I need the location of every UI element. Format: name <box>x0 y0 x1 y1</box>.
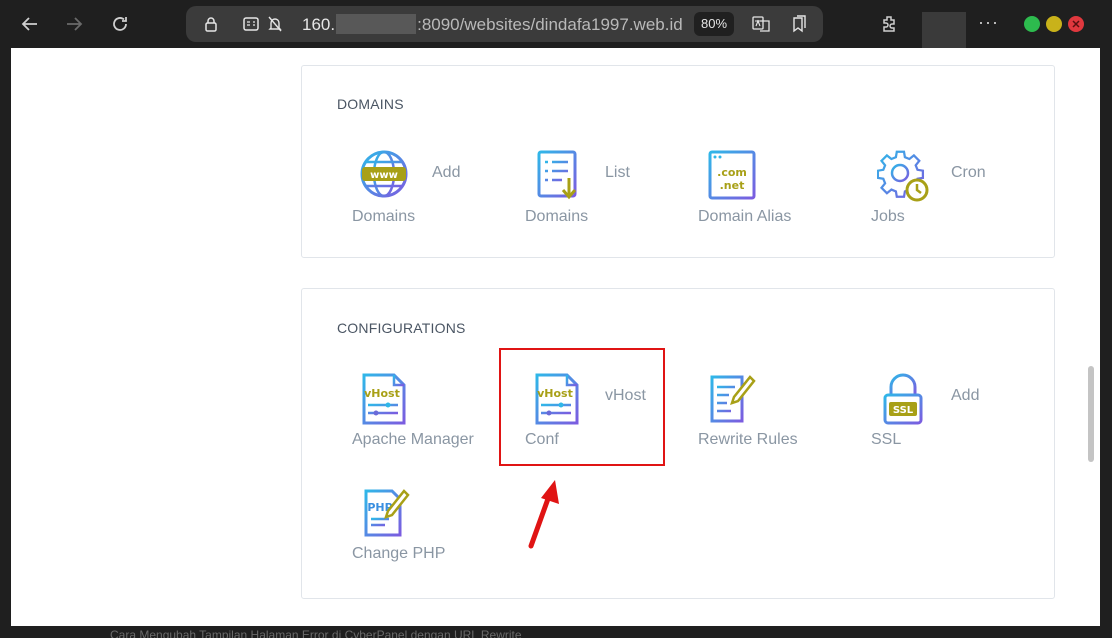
rewrite-rules-tile[interactable]: Rewrite Rules <box>698 373 868 463</box>
configurations-section-title: CONFIGURATIONS <box>337 320 466 336</box>
redacted-ip <box>336 14 417 34</box>
configurations-card: CONFIGURATIONS vHost Apache Manager vHos… <box>301 288 1055 599</box>
profile-button[interactable] <box>922 12 966 48</box>
lock-icon[interactable] <box>202 15 220 33</box>
tile-side-label: List <box>605 164 630 181</box>
tile-bottom-label: Apache Manager <box>352 431 474 448</box>
browser-toolbar: 160. :8090/websites/dindafa1997.web.id 80… <box>0 0 1112 48</box>
ssl-lock-icon: SSL <box>883 373 923 425</box>
url-text[interactable]: 160. :8090/websites/dindafa1997.web.id <box>302 14 683 35</box>
tile-bottom-label: Jobs <box>871 208 905 225</box>
url-path: :8090/websites/dindafa1997.web.id <box>417 15 683 34</box>
refresh-icon <box>113 17 127 31</box>
gear-clock-icon <box>877 150 929 202</box>
tile-bottom-label: Domains <box>352 208 416 225</box>
vhost-icon-text: vHost <box>364 387 400 400</box>
list-document-icon <box>537 150 577 200</box>
tile-bottom-label: Change PHP <box>352 545 446 562</box>
com-label: .com <box>717 166 747 179</box>
url-host-prefix: 160. <box>302 15 336 34</box>
vhost-file-icon: vHost <box>362 373 406 425</box>
forward-button[interactable] <box>60 10 88 38</box>
page-viewport: DOMAINS www Add Domains List Domains .co… <box>11 48 1100 626</box>
close-icon <box>1072 20 1080 28</box>
list-domains-tile[interactable]: List Domains <box>525 150 695 240</box>
annotation-arrow-icon <box>528 480 559 549</box>
change-php-tile[interactable]: PHP Change PHP <box>352 487 522 577</box>
back-button[interactable] <box>16 10 44 38</box>
cron-jobs-tile[interactable]: Cron Jobs <box>871 150 1041 240</box>
www-globe-icon: www <box>360 150 408 198</box>
more-menu-icon[interactable]: ··· <box>978 12 999 33</box>
add-domains-tile[interactable]: www Add Domains <box>352 150 522 240</box>
extensions-icon[interactable] <box>880 14 900 34</box>
domains-section-title: DOMAINS <box>337 96 404 112</box>
collections-icon[interactable] <box>790 15 808 33</box>
close-button[interactable] <box>1068 16 1084 32</box>
tile-side-label: Add <box>951 387 980 404</box>
add-ssl-tile[interactable]: SSL Add SSL <box>871 373 1041 463</box>
address-bar[interactable]: 160. :8090/websites/dindafa1997.web.id 80… <box>186 6 823 42</box>
page-scrollbar-thumb[interactable] <box>1088 366 1094 462</box>
www-label: www <box>370 170 398 181</box>
net-label: .net <box>720 179 745 192</box>
notifications-off-icon[interactable] <box>266 15 284 33</box>
domains-card: DOMAINS www Add Domains List Domains .co… <box>301 65 1055 258</box>
arrow-right-icon <box>67 17 83 31</box>
annotation-highlight-box <box>499 348 665 466</box>
tile-side-label: Cron <box>951 164 986 181</box>
ssl-icon-text: SSL <box>893 405 914 416</box>
reader-view-icon[interactable] <box>242 15 260 33</box>
domain-alias-tile[interactable]: .com .net Domain Alias <box>698 150 868 240</box>
minimize-button[interactable] <box>1024 16 1040 32</box>
php-edit-icon: PHP <box>362 489 410 537</box>
tile-side-label: Add <box>432 164 461 181</box>
zoom-indicator[interactable]: 80% <box>694 12 734 36</box>
arrow-left-icon <box>21 17 37 31</box>
tile-bottom-label: SSL <box>871 431 902 448</box>
tile-bottom-label: Domain Alias <box>698 208 792 225</box>
tile-bottom-label: Domains <box>525 208 589 225</box>
background-page-text: Cara Mengubah Tampilan Halaman Error di … <box>110 628 522 638</box>
apache-manager-tile[interactable]: vHost Apache Manager <box>352 373 522 463</box>
edit-document-icon <box>708 375 756 423</box>
tile-bottom-label: Rewrite Rules <box>698 431 798 448</box>
translate-icon[interactable] <box>752 15 770 33</box>
com-net-browser-icon: .com .net <box>708 150 756 200</box>
maximize-button[interactable] <box>1046 16 1062 32</box>
refresh-button[interactable] <box>106 10 134 38</box>
